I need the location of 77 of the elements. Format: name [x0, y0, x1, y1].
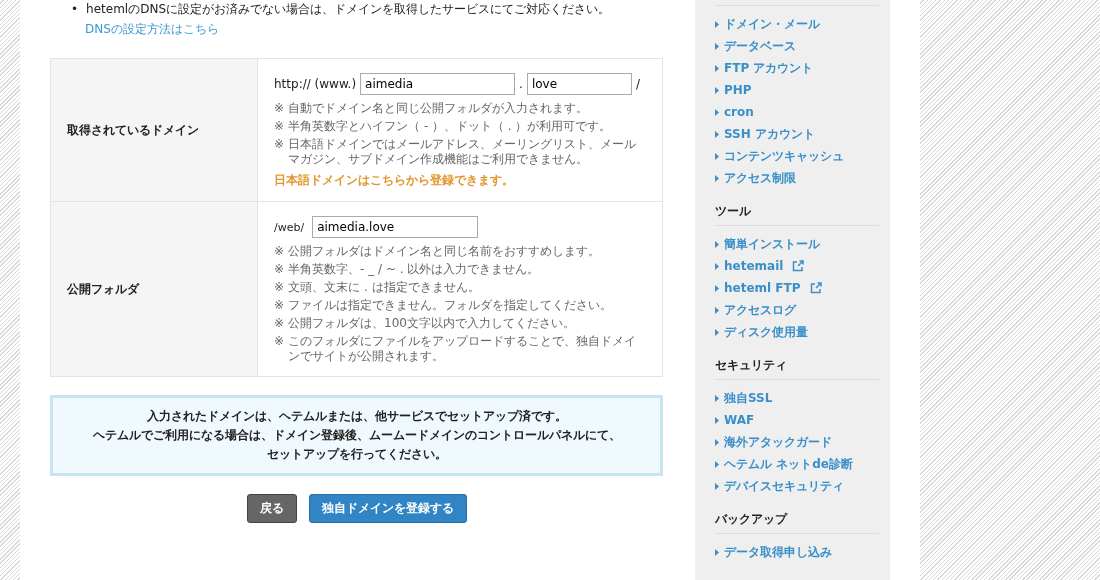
note-mark: ※ — [274, 137, 285, 153]
sidebar-item[interactable]: デバイスセキュリティ — [715, 475, 874, 497]
tld-input[interactable]: love — [526, 73, 632, 95]
sidebar-item[interactable]: アクセス制限 — [715, 167, 874, 189]
sidebar-item[interactable]: ドメイン・メール — [715, 13, 874, 35]
note-text: 公開フォルダは、100文字以内で入力してください。 — [288, 316, 575, 331]
bullet-mark: • — [71, 1, 79, 18]
note-mark: ※ — [274, 262, 285, 277]
note-text: 自動でドメイン名と同じ公開フォルダが入力されます。 — [288, 101, 589, 116]
notice-text: ヘテムルでご利用になる場合は、ドメイン登録後、ムームードメインのコントロールパネルにて、 — [91, 427, 622, 444]
sidebar-item[interactable]: PHP — [715, 79, 874, 101]
caret-icon — [715, 328, 719, 336]
section-title: ツール — [715, 203, 752, 220]
caret-icon — [715, 86, 719, 94]
note-text: 半角英数字、- _ / ~ . 以外は入力できません。 — [288, 262, 540, 277]
sidebar-item[interactable]: FTP アカウント — [715, 57, 874, 79]
note-mark: ※ — [274, 119, 285, 134]
caret-icon — [715, 64, 719, 72]
sidebar-item[interactable]: データベース — [715, 35, 874, 57]
sidebar-item[interactable]: データ取得申し込み — [715, 541, 874, 563]
note-mark: ※ — [274, 316, 285, 331]
sidebar-item[interactable]: コンテンツキャッシュ — [715, 145, 874, 167]
note-mark: ※ — [274, 298, 285, 313]
dot-separator: . — [519, 77, 523, 91]
sidebar-item[interactable]: 簡単インストール — [715, 233, 874, 255]
notice-text: セットアップを行ってください。 — [265, 446, 448, 463]
slash-suffix: / — [635, 77, 640, 91]
note-mark: ※ — [274, 244, 285, 259]
sidebar-item[interactable]: アクセスログ — [715, 299, 874, 321]
note-text: このフォルダにファイルをアップロードすることで、独自ドメインでサイトが公開されます。 — [288, 334, 638, 364]
row-label: 取得されているドメイン — [50, 58, 258, 202]
note-mark: ※ — [274, 334, 285, 350]
caret-icon — [715, 284, 719, 292]
caret-icon — [715, 152, 719, 160]
section-title: セキュリティ — [715, 357, 788, 374]
section-title: バックアップ — [715, 511, 789, 528]
note-mark: ※ — [274, 101, 285, 116]
caret-icon — [715, 262, 719, 270]
domain-input[interactable]: aimedia — [360, 73, 516, 95]
folder-prefix: /web/ — [274, 220, 305, 234]
note-text: 半角英数字とハイフン（ - ）、ドット（ . ）が利用可です。 — [288, 119, 612, 134]
caret-icon — [715, 174, 719, 182]
sidebar-item[interactable]: 独自SSL — [715, 387, 874, 409]
caret-icon — [715, 240, 719, 248]
sidebar-item[interactable]: heteml FTP — [715, 277, 874, 299]
url-prefix: http:// (www.) — [274, 77, 357, 91]
register-button[interactable]: 独自ドメインを登録する — [308, 494, 467, 523]
caret-icon — [715, 42, 719, 50]
sidebar-item[interactable]: ディスク使用量 — [715, 321, 874, 343]
caret-icon — [715, 482, 719, 490]
sidebar-item[interactable]: WAF — [715, 409, 874, 431]
notice-text: 入力されたドメインは、ヘテムルまたは、他サービスでセットアップ済です。 — [145, 408, 568, 425]
caret-icon — [715, 20, 719, 28]
sidebar-item[interactable]: cron — [715, 101, 874, 123]
sidebar-item[interactable]: SSH アカウント — [715, 123, 874, 145]
japanese-domain-link[interactable]: 日本語ドメインはこちらから登録できます。 — [274, 172, 646, 189]
caret-icon — [715, 548, 719, 556]
note-text: 公開フォルダはドメイン名と同じ名前をおすすめします。 — [288, 244, 601, 259]
caret-icon — [715, 394, 719, 402]
caret-icon — [715, 108, 719, 116]
sidebar-item[interactable]: ヘテムル ネットde診断 — [715, 453, 874, 475]
caret-icon — [715, 416, 719, 424]
back-button[interactable]: 戻る — [246, 494, 297, 523]
note-text: 文頭、文末に . は指定できません。 — [288, 280, 480, 295]
bullet-text: hetemlのDNSに設定がお済みでない場合は、ドメインを取得したサービスにてご対応ください。 — [86, 1, 610, 18]
note-text: 日本語ドメインではメールアドレス、メーリングリスト、メールマガジン、サブドメイン作成機能はご利用できません。 — [288, 137, 638, 167]
sidebar-item[interactable]: hetemail — [715, 255, 874, 277]
caret-icon — [715, 130, 719, 138]
note-text: ファイルは指定できません。フォルダを指定してください。 — [288, 298, 613, 313]
folder-input[interactable]: aimedia.love — [312, 216, 479, 238]
row-label: 公開フォルダ — [50, 201, 258, 377]
dns-link[interactable]: DNSの設定方法はこちら — [85, 21, 219, 38]
note-mark: ※ — [274, 280, 285, 295]
caret-icon — [715, 306, 719, 314]
caret-icon — [715, 460, 719, 468]
sidebar-item[interactable]: 海外アタックガード — [715, 431, 874, 453]
caret-icon — [715, 438, 719, 446]
